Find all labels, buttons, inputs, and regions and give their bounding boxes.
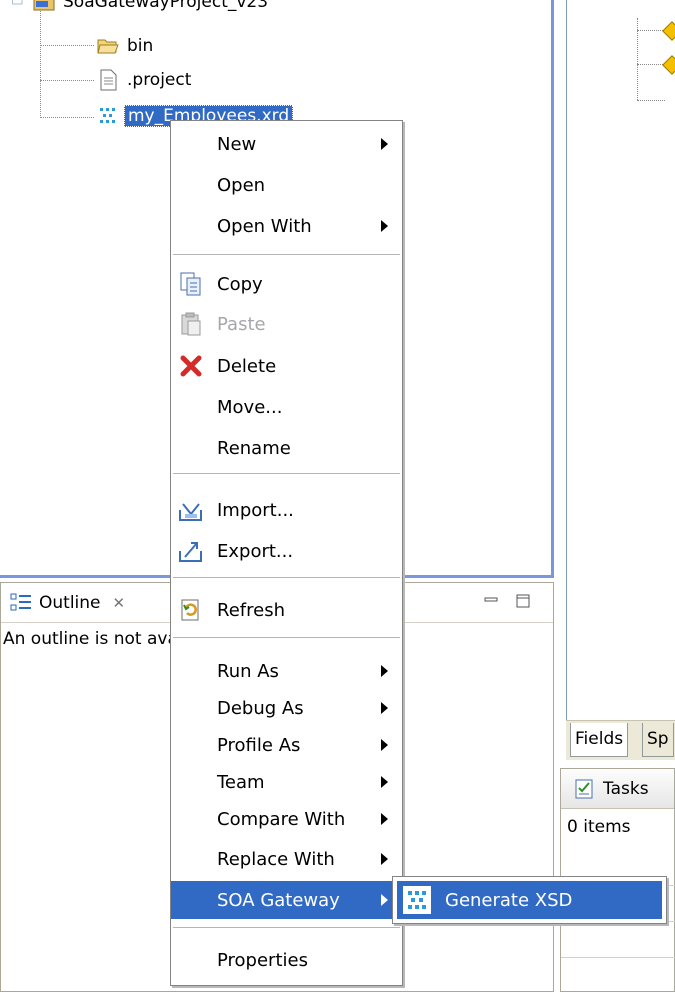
menu-item-profile-as[interactable]: Profile As [171, 726, 402, 764]
tasks-view-header[interactable]: Tasks [561, 769, 674, 809]
submenu-arrow-icon [381, 665, 388, 677]
tree-item-label: .project [127, 70, 192, 90]
menu-item-label: Move... [217, 396, 283, 418]
menu-item-properties[interactable]: Properties [171, 941, 402, 979]
tasks-icon [575, 779, 593, 798]
menu-item-move[interactable]: Move... [171, 388, 402, 426]
submenu-arrow-icon [381, 894, 388, 906]
menu-item-refresh[interactable]: Refresh [171, 591, 402, 629]
tree-item-label: bin [127, 36, 154, 56]
menu-item-label: Compare With [217, 808, 346, 830]
folder-icon [97, 39, 119, 54]
menu-item-label: New [217, 133, 257, 155]
delete-icon [180, 355, 202, 377]
submenu-arrow-icon [381, 138, 388, 150]
copy-icon [180, 272, 201, 296]
minimize-icon[interactable] [483, 593, 499, 609]
menu-item-label: Replace With [217, 848, 335, 870]
menu-item-label: Run As [217, 660, 279, 682]
menu-item-run-as[interactable]: Run As [171, 652, 402, 690]
editor-tab-bar: Fields Sp [566, 720, 675, 760]
menu-item-replace-with[interactable]: Replace With [171, 840, 402, 878]
menu-item-label: Paste [217, 313, 266, 335]
field-icon [662, 55, 675, 75]
file-icon [100, 69, 117, 91]
submenu-arrow-icon [381, 702, 388, 714]
tab-fields[interactable]: Fields [570, 723, 629, 757]
submenu-arrow-icon [381, 776, 388, 788]
tree-line [40, 45, 94, 46]
outline-icon [10, 593, 31, 610]
menu-item-soa-gateway[interactable]: SOA Gateway [171, 881, 402, 919]
tasks-title: Tasks [603, 778, 649, 799]
menu-item-compare-with[interactable]: Compare With [171, 800, 402, 838]
context-menu: New Open Open With Copy Paste Delete Mov… [170, 120, 403, 986]
outline-title: Outline [39, 592, 101, 613]
tree-item-project-file[interactable]: .project [96, 66, 194, 94]
field-icon [662, 21, 675, 41]
menu-separator [173, 254, 400, 255]
generate-xsd-icon [403, 886, 431, 914]
project-label: SoaGatewayProject_v23 [63, 0, 269, 12]
menu-item-label: Properties [217, 949, 308, 971]
menu-item-label: Refresh [217, 599, 285, 621]
menu-item-debug-as[interactable]: Debug As [171, 689, 402, 727]
menu-item-open[interactable]: Open [171, 166, 402, 204]
table-grid-line [561, 957, 675, 958]
menu-item-label: Open [217, 174, 266, 196]
soa-gateway-submenu: Generate XSD [392, 876, 667, 924]
menu-item-label: Export... [217, 540, 294, 562]
menu-item-paste[interactable]: Paste [171, 305, 402, 343]
menu-item-import[interactable]: Import... [171, 491, 402, 529]
menu-item-export[interactable]: Export... [171, 532, 402, 570]
export-icon [179, 542, 202, 562]
menu-item-label: Copy [217, 273, 263, 295]
menu-item-label: Debug As [217, 697, 304, 719]
menu-item-label: Delete [217, 355, 277, 377]
menu-separator [173, 577, 400, 578]
menu-item-copy[interactable]: Copy [171, 265, 402, 303]
collapse-icon[interactable] [12, 0, 28, 10]
menu-item-label: SOA Gateway [217, 889, 340, 911]
import-icon [179, 503, 202, 521]
menu-item-generate-xsd[interactable]: Generate XSD [397, 881, 662, 919]
menu-separator [173, 637, 400, 638]
xrd-file-icon [100, 108, 115, 123]
menu-item-rename[interactable]: Rename [171, 429, 402, 467]
tab-sp[interactable]: Sp [642, 723, 674, 757]
tree-item-bin[interactable]: bin [96, 32, 156, 60]
close-icon[interactable]: ✕ [113, 594, 126, 612]
menu-item-label: Profile As [217, 734, 301, 756]
tree-line [40, 0, 41, 118]
tree-line [637, 100, 665, 101]
project-folder-icon [33, 0, 55, 11]
menu-item-label: Generate XSD [445, 889, 573, 911]
menu-item-delete[interactable]: Delete [171, 347, 402, 385]
tasks-count: 0 items [567, 817, 631, 837]
submenu-arrow-icon [381, 853, 388, 865]
tree-line [40, 117, 94, 118]
menu-item-team[interactable]: Team [171, 763, 402, 801]
submenu-arrow-icon [381, 220, 388, 232]
menu-item-open-with[interactable]: Open With [171, 207, 402, 245]
editor-pane [566, 0, 675, 720]
tree-line [40, 80, 94, 81]
refresh-icon [181, 599, 199, 621]
submenu-arrow-icon [381, 813, 388, 825]
menu-separator [173, 927, 400, 928]
menu-item-label: Rename [217, 437, 291, 459]
submenu-arrow-icon [381, 739, 388, 751]
menu-item-label: Team [217, 771, 265, 793]
paste-icon [181, 312, 201, 336]
menu-item-new[interactable]: New [171, 125, 402, 163]
tree-item-project[interactable]: SoaGatewayProject_v23 [12, 0, 271, 16]
maximize-icon[interactable] [515, 593, 531, 609]
menu-separator [173, 473, 400, 474]
menu-item-label: Open With [217, 215, 312, 237]
menu-item-label: Import... [217, 499, 294, 521]
